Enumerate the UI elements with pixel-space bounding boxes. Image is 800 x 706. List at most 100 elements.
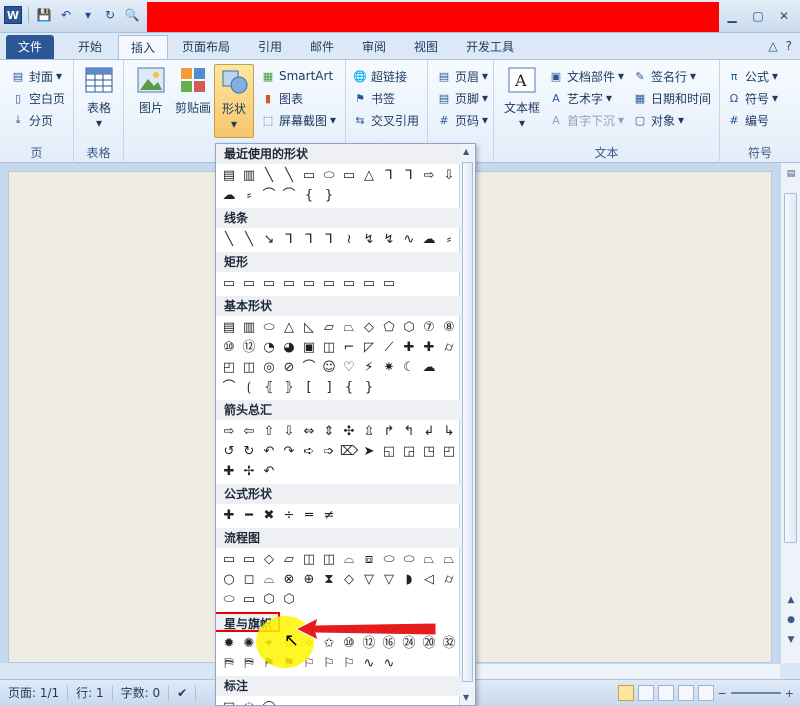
shape-item[interactable]: ⌒ [220,378,238,396]
shape-item[interactable]: ⬭ [260,318,278,336]
shape-item[interactable]: { [340,378,358,396]
shape-item[interactable]: ☁ [420,230,438,248]
shape-item[interactable]: ⊕ [300,570,318,588]
shape-item[interactable]: ◺ [300,318,318,336]
tab-insert[interactable]: 插入 [118,35,169,59]
shape-item[interactable]: ▭ [300,166,318,184]
shape-item[interactable]: ▭ [300,274,318,292]
gallery-scroll-thumb[interactable] [462,162,473,682]
shape-item[interactable]: ▭ [320,274,338,292]
shape-item[interactable]: ⑧ [440,318,458,336]
shape-item[interactable]: ] [320,378,338,396]
shape-item[interactable]: ◇ [260,550,278,568]
shape-item[interactable]: ━ [240,506,258,524]
shape-item[interactable]: ⌒ [280,186,298,204]
shape-item[interactable]: ⌐ [440,698,458,706]
gallery-scrollbar[interactable]: ▲ ▼ [459,144,475,705]
shape-item[interactable]: ⌒ [300,358,318,376]
shape-item[interactable]: ⚐ [320,654,338,672]
close-icon[interactable]: ✕ [774,8,794,24]
table-button[interactable]: 表格 ▾ [78,64,120,130]
shape-item[interactable]: ➪ [300,442,318,460]
shape-item[interactable]: ↲ [420,422,438,440]
shape-item[interactable]: ⌐ [320,698,338,706]
shape-item[interactable]: ⌭ [440,338,458,356]
web-layout-view-icon[interactable] [657,685,674,701]
zoom-out-icon[interactable]: − [718,687,727,700]
tab-home[interactable]: 开始 [66,35,114,59]
wordart-button[interactable]: A 艺术字 ▾ [548,88,612,108]
shape-item[interactable]: ⌭ [440,570,458,588]
shape-item[interactable]: } [320,186,338,204]
shape-item[interactable]: ▭ [240,274,258,292]
shape-item[interactable]: ⛿ [240,654,258,672]
shape-item[interactable]: ⇔ [300,422,318,440]
shape-item[interactable]: ∿ [360,654,378,672]
shape-item[interactable]: ◎ [260,358,278,376]
shape-item[interactable]: ⏢ [440,550,458,568]
shape-item[interactable]: ▭ [360,274,378,292]
shape-item[interactable]: ◰ [440,442,458,460]
shape-item[interactable]: ✷ [380,358,398,376]
shape-item[interactable]: ⬭ [320,166,338,184]
zoom-slider[interactable] [730,692,781,694]
vertical-scrollbar[interactable]: ▤ ▲ ● ▼ [780,163,800,663]
ruler-toggle-icon[interactable]: ▤ [784,167,798,181]
shape-item[interactable]: ○ [220,570,238,588]
shape-item[interactable]: ↶ [260,462,278,480]
screenshot-button[interactable]: ⬚ 屏幕截图 ▾ [260,110,336,130]
shape-item[interactable]: ↷ [280,442,298,460]
shape-item[interactable]: ⌐ [420,698,438,706]
shape-item[interactable]: ◫ [240,358,258,376]
shape-item[interactable]: ⇧ [260,422,278,440]
shape-item[interactable]: ⌐ [340,698,358,706]
shape-item[interactable]: ◫ [320,550,338,568]
datetime-button[interactable]: ▦ 日期和时间 [632,88,711,108]
print-layout-view-icon[interactable] [617,685,634,701]
shapes-button[interactable]: 形状 ▾ [214,64,254,138]
shape-item[interactable]: ⸗ [440,230,458,248]
textbox-button[interactable]: A 文本框 ▾ [500,64,544,130]
shape-item[interactable]: ◫ [300,550,318,568]
shape-item[interactable]: ⇨ [420,166,438,184]
blank-page-button[interactable]: ▯ 空白页 [10,88,65,108]
shape-item[interactable]: ⟋ [380,338,398,356]
shape-item[interactable]: ⇩ [280,422,298,440]
redo-icon[interactable]: ↻ [101,6,119,24]
shape-item[interactable]: ⅂ [300,230,318,248]
shape-item[interactable]: ◱ [380,442,398,460]
shape-item[interactable]: ↺ [220,442,238,460]
page-break-button[interactable]: ⤓ 分页 [10,110,53,130]
shape-item[interactable]: ◯ [260,698,278,706]
shape-item[interactable]: ✚ [220,462,238,480]
status-page[interactable]: 页面: 1/1 [0,685,69,701]
tab-developer[interactable]: 开发工具 [454,35,526,59]
shape-item[interactable]: ↱ [380,422,398,440]
shape-item[interactable]: ⌒ [260,186,278,204]
shape-item[interactable]: ▭ [240,590,258,608]
shape-item[interactable]: ㉜ [440,634,458,652]
shape-item[interactable]: ╲ [260,166,278,184]
shape-item[interactable]: ▣ [300,338,318,356]
shape-item[interactable]: ⇕ [320,422,338,440]
shape-item[interactable]: ⚡ [360,358,378,376]
dropcap-button[interactable]: A 首字下沉 ▾ [548,110,624,130]
full-screen-view-icon[interactable] [637,685,654,701]
shape-item[interactable]: ◫ [320,338,338,356]
tab-references[interactable]: 引用 [246,35,294,59]
shape-item[interactable]: ✹ [220,634,238,652]
shape-item[interactable]: ↯ [380,230,398,248]
shape-item[interactable]: ◲ [400,442,418,460]
outline-view-icon[interactable] [677,685,694,701]
shape-item[interactable]: ▽ [360,570,378,588]
shape-item[interactable]: ↰ [400,422,418,440]
shape-item[interactable]: ∿ [380,654,398,672]
shape-item[interactable]: ⌓ [340,550,358,568]
shape-item[interactable]: ◕ [280,338,298,356]
shape-item[interactable]: ⧗ [320,570,338,588]
shape-item[interactable]: ◳ [420,442,438,460]
shape-item[interactable]: ⬡ [400,318,418,336]
shape-item[interactable]: ➩ [320,442,338,460]
shape-item[interactable]: ✚ [400,338,418,356]
shape-item[interactable]: ⚐ [340,654,358,672]
